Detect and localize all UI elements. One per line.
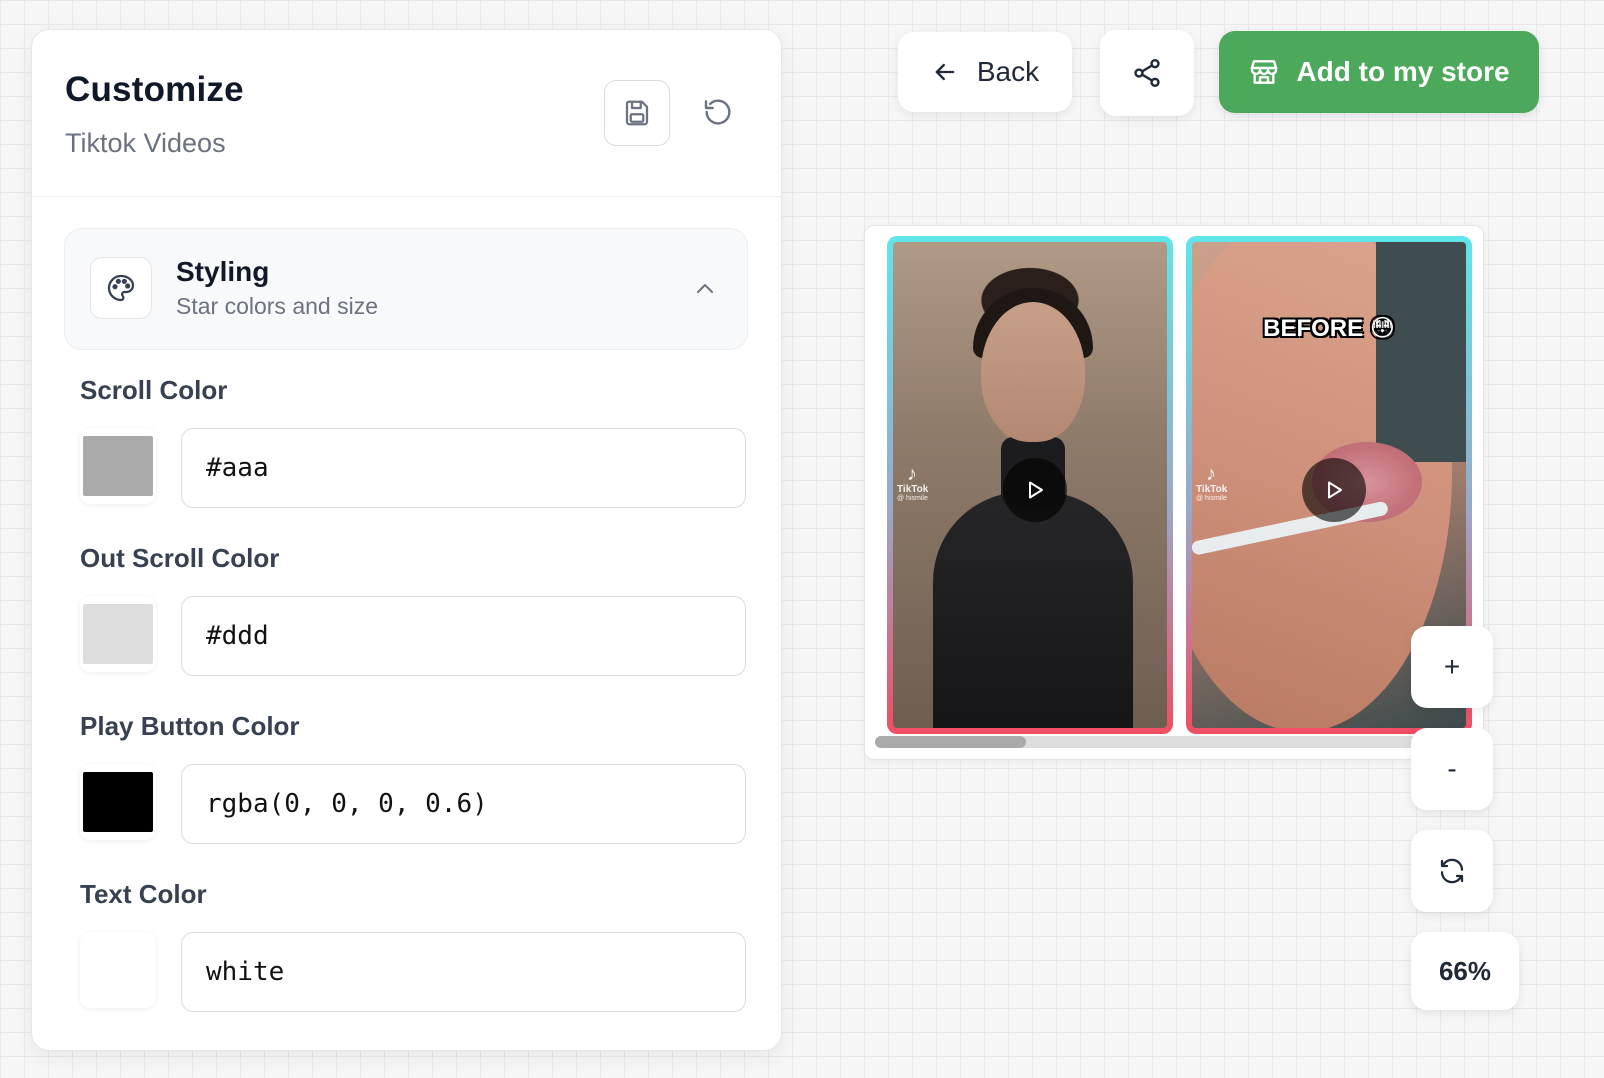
thumbnail-background — [1376, 242, 1466, 462]
zoom-in-button[interactable]: + — [1411, 626, 1493, 708]
thumbnail-figure — [981, 302, 1085, 442]
refresh-icon — [1440, 858, 1464, 884]
section-subtitle: Star colors and size — [176, 293, 378, 319]
tiktok-brand: TikTok — [1196, 484, 1228, 495]
tiktok-note-icon: ♪ — [1206, 463, 1216, 485]
text-color-input[interactable] — [181, 932, 746, 1012]
out-scroll-color-label: Out Scroll Color — [80, 543, 280, 573]
play-button-color-label: Play Button Color — [80, 711, 300, 741]
reset-button[interactable] — [686, 80, 750, 144]
play-icon — [1029, 481, 1043, 499]
styling-section-toggle[interactable]: Styling Star colors and size — [64, 228, 748, 350]
play-button[interactable] — [1302, 458, 1366, 522]
share-button[interactable] — [1100, 30, 1194, 116]
scroll-color-input[interactable] — [181, 428, 746, 508]
play-button-color-swatch[interactable] — [80, 764, 156, 840]
save-icon — [625, 100, 649, 126]
add-to-store-label: Add to my store — [1296, 56, 1510, 87]
scrollbar-thumb[interactable] — [875, 736, 1027, 748]
preview-scrollbar[interactable] — [875, 736, 1435, 748]
back-label: Back — [976, 56, 1040, 87]
zoom-level: 66% — [1411, 932, 1519, 1010]
zoom-reset-button[interactable] — [1411, 830, 1493, 912]
zoom-out-button[interactable]: - — [1411, 728, 1493, 810]
share-icon — [1134, 59, 1160, 87]
add-to-store-button[interactable]: Add to my store — [1219, 31, 1539, 113]
tiktok-handle: @ hismile — [1196, 495, 1227, 502]
reset-icon — [704, 99, 731, 125]
out-scroll-color-input[interactable] — [181, 596, 746, 676]
save-button[interactable] — [604, 80, 670, 146]
section-title: Styling — [176, 256, 270, 287]
out-scroll-color-swatch[interactable] — [80, 596, 156, 672]
tiktok-brand: TikTok — [897, 484, 929, 495]
chevron-up-icon — [697, 284, 713, 293]
text-color-label: Text Color — [80, 879, 207, 909]
arrow-left-icon — [935, 63, 955, 81]
video-card[interactable]: ♪ TikTok @ hismile — [887, 236, 1173, 734]
section-icon-box — [90, 257, 152, 319]
tiktok-note-icon: ♪ — [907, 463, 917, 485]
video-thumbnail: ♪ TikTok @ hismile — [893, 242, 1167, 728]
swatch-fill — [83, 604, 153, 664]
back-button[interactable]: Back — [898, 32, 1072, 112]
tiktok-watermark: ♪ TikTok @ hismile — [1196, 464, 1256, 502]
customize-panel: Customize Tiktok Videos Styling Star col… — [31, 29, 782, 1051]
scroll-color-swatch[interactable] — [80, 428, 156, 504]
thumbnail-figure — [933, 492, 1133, 728]
tiktok-handle: @ hismile — [897, 495, 928, 502]
store-icon — [1251, 60, 1278, 84]
swatch-fill — [83, 940, 153, 1000]
panel-subtitle: Tiktok Videos — [65, 128, 226, 158]
video-overlay-text: BEFORE 😳 — [1263, 315, 1395, 342]
panel-title: Customize — [65, 70, 244, 109]
tiktok-watermark: ♪ TikTok @ hismile — [897, 464, 957, 502]
play-button-color-input[interactable] — [181, 764, 746, 844]
play-button[interactable] — [1003, 458, 1067, 522]
text-color-swatch[interactable] — [80, 932, 156, 1008]
swatch-fill — [83, 436, 153, 496]
widget-preview: ♪ TikTok @ hismile BEFORE 😳 ♪ TikTok @ h… — [864, 225, 1484, 760]
panel-header: Customize Tiktok Videos — [32, 30, 781, 197]
palette-icon — [107, 274, 135, 302]
scroll-color-label: Scroll Color — [80, 375, 228, 405]
play-icon — [1328, 481, 1342, 499]
swatch-fill — [83, 772, 153, 832]
